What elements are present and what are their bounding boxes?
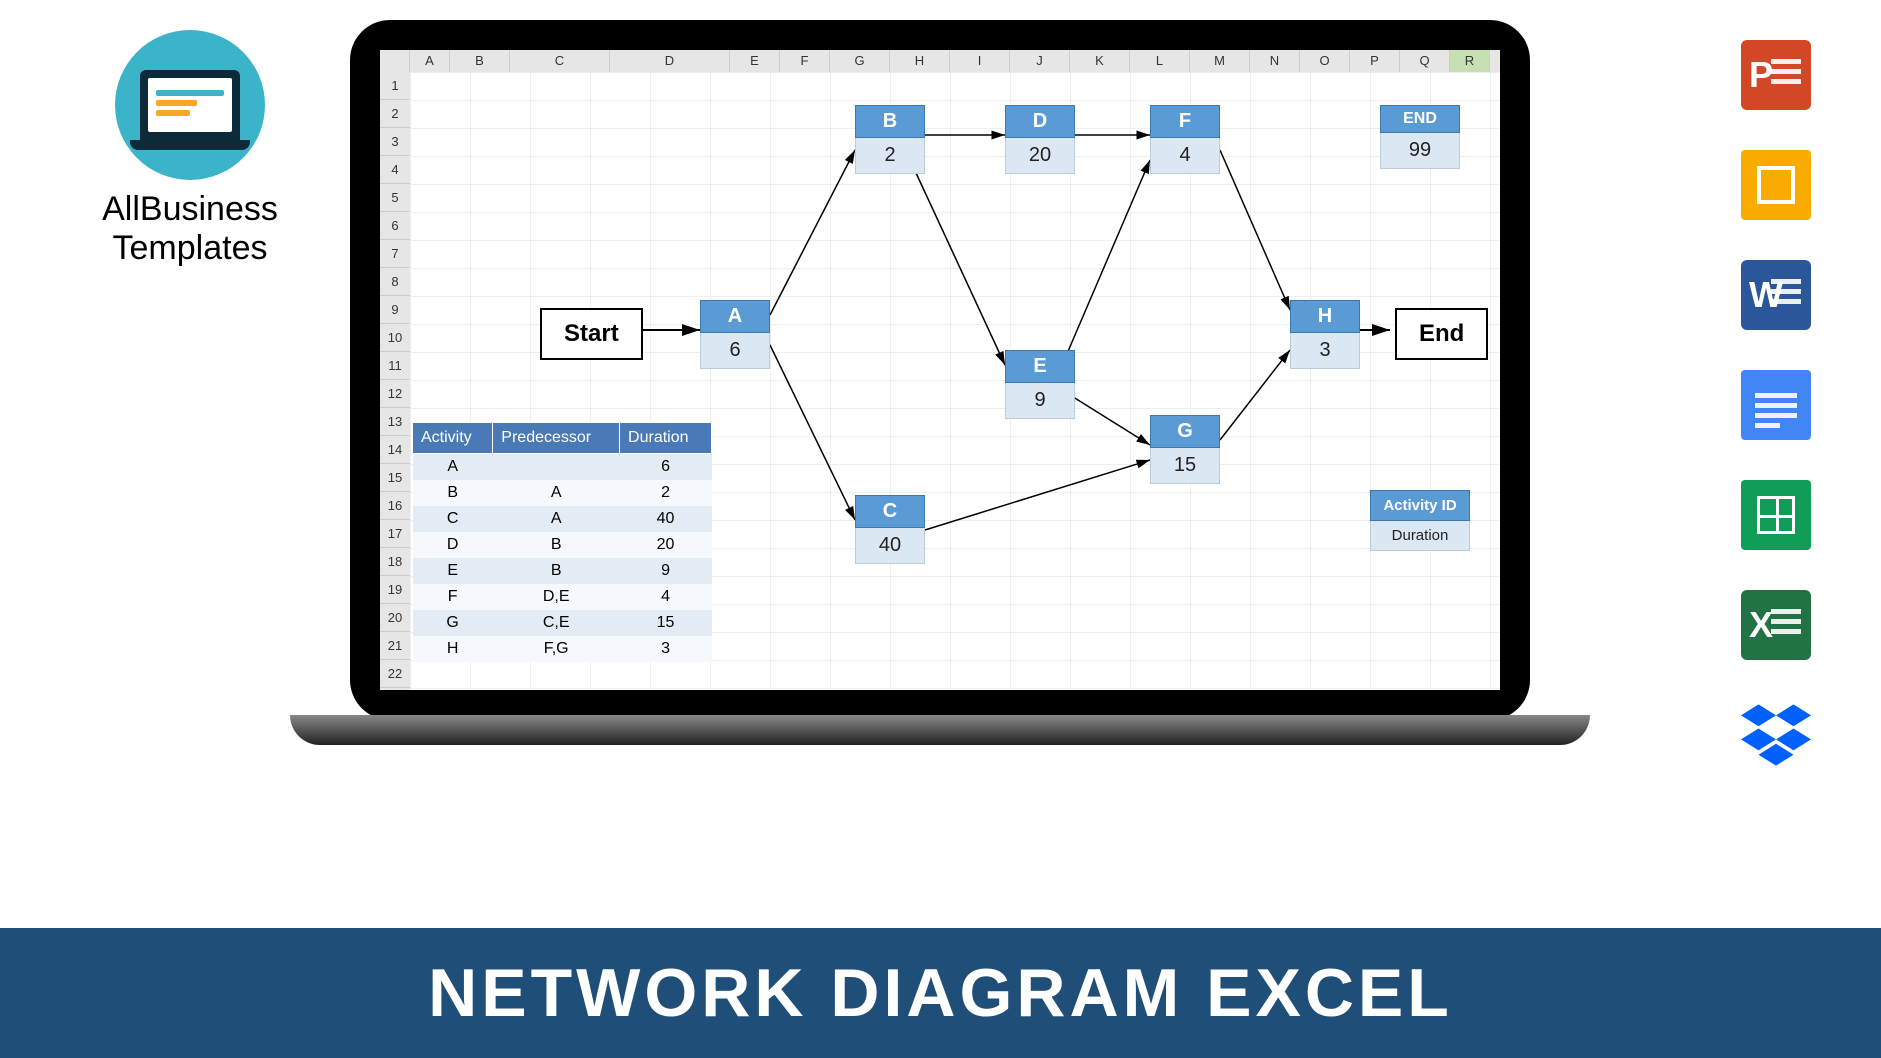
dropbox-icon <box>1741 700 1811 770</box>
activity-table: Activity Predecessor Duration A6 BA2 CA4… <box>412 422 712 662</box>
start-node: Start <box>540 308 643 360</box>
table-row: A6 <box>413 454 712 481</box>
end-node: End <box>1395 308 1488 360</box>
excel-screen: A B C D E F G H I J K L M N O P Q R 123 <box>380 50 1500 690</box>
laptop-mockup: A B C D E F G H I J K L M N O P Q R 123 <box>350 20 1530 760</box>
node-a: A6 <box>700 300 770 369</box>
column-headers: A B C D E F G H I J K L M N O P Q R <box>380 50 1500 72</box>
th-duration: Duration <box>620 423 712 454</box>
node-e: E9 <box>1005 350 1075 419</box>
word-icon: W <box>1741 260 1811 330</box>
table-row: GC,E15 <box>413 610 712 636</box>
node-f: F4 <box>1150 105 1220 174</box>
node-h: H3 <box>1290 300 1360 369</box>
node-b: B2 <box>855 105 925 174</box>
laptop-base <box>290 715 1590 745</box>
excel-icon: X <box>1741 590 1811 660</box>
table-row: FD,E4 <box>413 584 712 610</box>
google-sheets-icon <box>1741 480 1811 550</box>
table-row: HF,G3 <box>413 636 712 662</box>
table-row: CA40 <box>413 506 712 532</box>
title-banner: NETWORK DIAGRAM EXCEL <box>0 928 1881 1058</box>
legend-node: Activity IDDuration <box>1370 490 1470 551</box>
table-row: DB20 <box>413 532 712 558</box>
google-slides-icon <box>1741 150 1811 220</box>
row-headers: 123 456 789 101112 131415 161718 192021 … <box>380 72 410 690</box>
brand-logo: AllBusinessTemplates <box>60 30 320 268</box>
end-summary-node: END99 <box>1380 105 1460 169</box>
table-row: EB9 <box>413 558 712 584</box>
node-d: D20 <box>1005 105 1075 174</box>
brand-logo-icon <box>115 30 265 180</box>
google-docs-icon <box>1741 370 1811 440</box>
th-activity: Activity <box>413 423 493 454</box>
powerpoint-icon: P <box>1741 40 1811 110</box>
brand-name: AllBusinessTemplates <box>60 190 320 268</box>
node-c: C40 <box>855 495 925 564</box>
th-predecessor: Predecessor <box>493 423 620 454</box>
table-row: BA2 <box>413 480 712 506</box>
app-icons-column: P W X <box>1741 40 1821 810</box>
node-g: G15 <box>1150 415 1220 484</box>
